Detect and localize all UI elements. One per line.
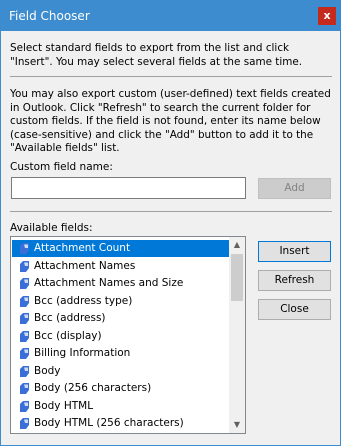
available-fields-label: Available fields:: [10, 222, 93, 234]
list-item[interactable]: Categories: [12, 433, 231, 434]
list-scrollbar[interactable]: ▲ ▼: [229, 237, 245, 433]
list-item[interactable]: Attachment Names and Size: [12, 275, 231, 292]
list-item-label: Bcc (address type): [34, 294, 133, 307]
list-item-label: Attachment Names: [34, 259, 136, 272]
list-item[interactable]: Billing Information: [12, 345, 231, 362]
list-item-label: Attachment Count: [34, 242, 131, 254]
list-item[interactable]: Bcc (address type): [12, 293, 231, 310]
list-item[interactable]: Bcc (address): [12, 310, 231, 327]
list-item[interactable]: Body (256 characters): [12, 380, 231, 397]
list-item-label: Categories: [34, 433, 91, 434]
scroll-down-arrow-icon[interactable]: ▼: [229, 417, 245, 433]
field-icon: [20, 330, 29, 342]
list-item[interactable]: Attachment Names: [12, 258, 231, 275]
add-button[interactable]: Add: [258, 178, 331, 199]
field-icon: [20, 278, 29, 289]
list-item-label: Billing Information: [34, 347, 131, 359]
close-button[interactable]: Close: [258, 299, 331, 320]
list-item[interactable]: Body HTML (256 characters): [12, 415, 231, 432]
list-item[interactable]: Attachment Count: [12, 240, 231, 257]
list-item-label: Bcc (display): [34, 329, 102, 342]
field-icon: [20, 295, 29, 307]
field-icon: [20, 348, 29, 359]
list-item-label: Body HTML (256 characters): [34, 417, 184, 429]
list-item[interactable]: Bcc (display): [12, 328, 231, 345]
list-item[interactable]: Body: [12, 363, 231, 380]
scroll-thumb[interactable]: [231, 254, 243, 301]
insert-button[interactable]: Insert: [258, 241, 331, 262]
separator-bottom: [10, 211, 332, 212]
available-fields-list[interactable]: Attachment Count Attachment Names Attachme…: [10, 236, 246, 434]
field-icon: [20, 400, 29, 412]
field-icon: [20, 418, 29, 429]
separator-top: [10, 76, 332, 77]
field-icon: [20, 383, 29, 394]
scroll-up-arrow-icon[interactable]: ▲: [229, 237, 245, 253]
list-item[interactable]: Body HTML: [12, 398, 231, 415]
list-item-label: Body: [34, 364, 61, 377]
refresh-button[interactable]: Refresh: [258, 270, 331, 291]
list-item-label: Body (256 characters): [34, 382, 152, 394]
field-icon: [20, 243, 29, 254]
field-icon: [20, 313, 29, 324]
list-item-label: Body HTML: [34, 399, 94, 412]
close-window-button[interactable]: x: [318, 7, 336, 25]
list-item-label: Attachment Names and Size: [34, 277, 184, 289]
titlebar[interactable]: Field Chooser x: [1, 1, 340, 31]
window-title: Field Chooser: [9, 9, 90, 23]
list-item-label: Bcc (address): [34, 312, 106, 324]
custom-fields-text: You may also export custom (user-defined…: [10, 88, 331, 154]
field-chooser-window: Field Chooser x Select standard fields t…: [0, 0, 341, 446]
custom-field-input[interactable]: [11, 177, 246, 199]
intro-text: Select standard fields to export from th…: [10, 42, 303, 68]
field-icon: [20, 365, 29, 377]
custom-field-label: Custom field name:: [10, 161, 113, 173]
field-icon: [20, 260, 29, 272]
